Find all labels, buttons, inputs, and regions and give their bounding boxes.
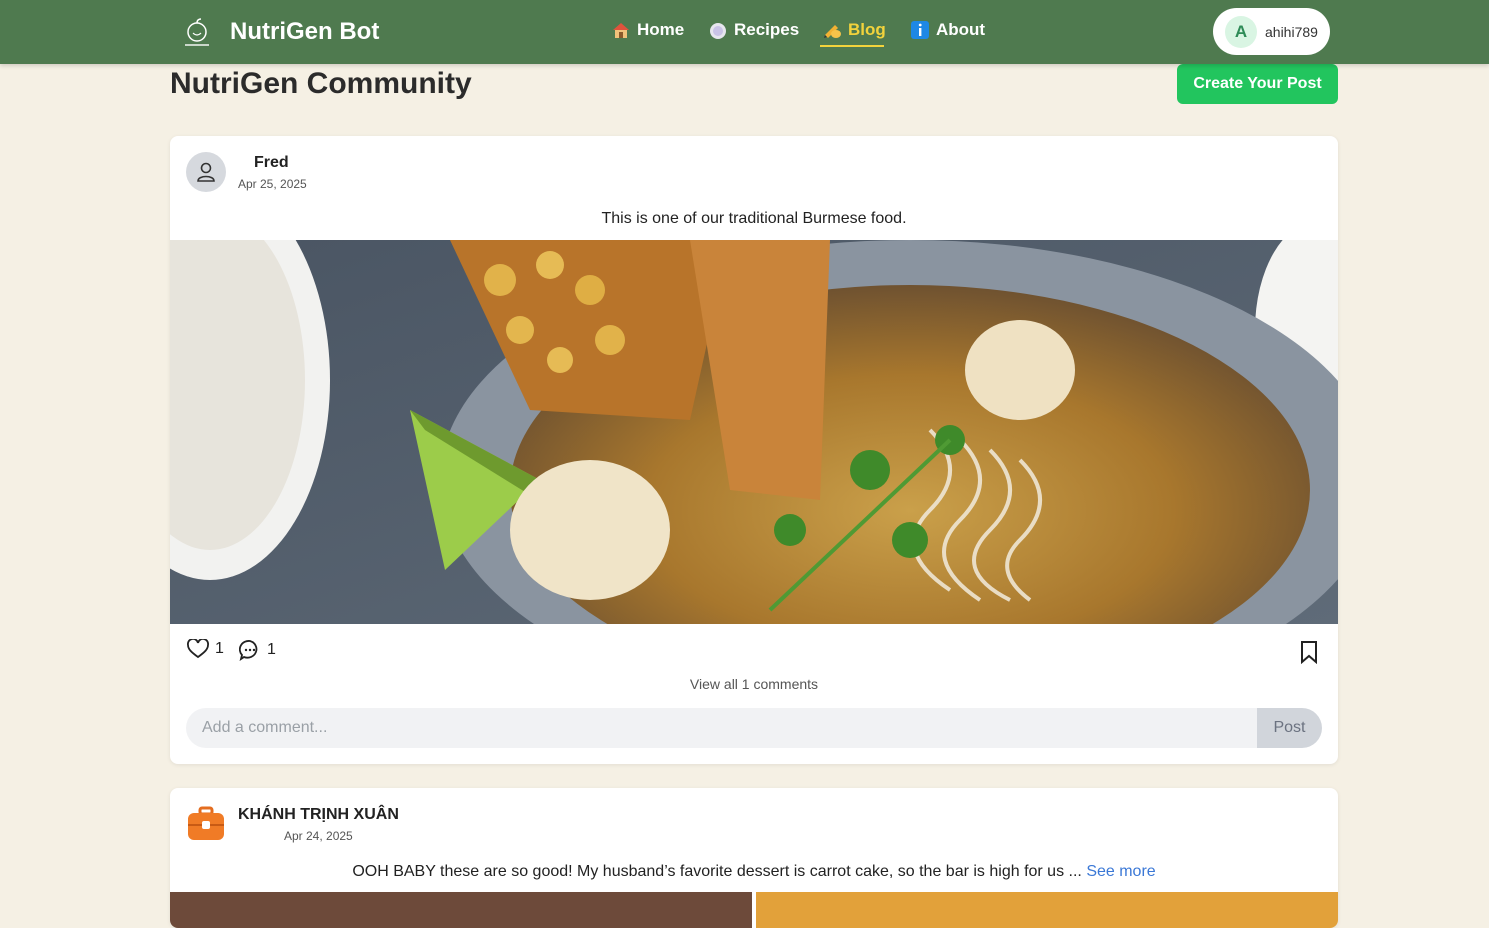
post-caption: This is one of our traditional Burmese f… [601,210,907,227]
top-navbar: NutriGen Bot Home Recipes Blog About A a… [0,0,1489,64]
plate-icon [710,23,726,39]
post-photo[interactable] [756,892,1338,928]
comment-bubble-icon [239,640,258,661]
comment-count: 1 [267,641,276,658]
brand-name[interactable]: NutriGen Bot [230,17,379,47]
nav-blog[interactable]: Blog [822,18,886,42]
post-photo[interactable] [170,892,752,928]
avatar[interactable] [186,152,226,192]
briefcase-icon[interactable] [186,804,226,844]
page-title: NutriGen Community [170,67,472,100]
user-avatar: A [1225,15,1257,48]
nav-about[interactable]: About [910,18,985,42]
nav-about-label: About [936,20,986,39]
comment-input[interactable] [186,708,1258,748]
username: ahihi789 [1265,23,1318,40]
nav-recipes[interactable]: Recipes [708,18,799,42]
nav-recipes-label: Recipes [734,20,800,39]
heart-icon [187,639,209,659]
post-card: KHÁNH TRỊNH XUÂN Apr 24, 2025 OOH BABY t… [170,788,1338,928]
post-card: Fred Apr 25, 2025 This is one of our tra… [170,136,1338,764]
writing-hand-icon [824,25,841,38]
nav-home[interactable]: Home [611,18,684,42]
post-caption-text: OOH BABY these are so good! My husband’s… [352,863,1082,880]
post-caption: OOH BABY these are so good! My husband’s… [170,863,1338,881]
see-more-link[interactable]: See more [1086,863,1155,880]
post-author[interactable]: KHÁNH TRỊNH XUÂN [238,806,399,824]
view-all-comments-link[interactable]: View all 1 comments [170,676,1338,692]
apple-logo-icon[interactable] [182,16,212,48]
bookmark-icon[interactable] [1298,640,1320,664]
nav-blog-label: Blog [848,20,886,39]
post-date: Apr 24, 2025 [284,829,353,843]
post-photo[interactable] [170,240,1338,624]
like-count: 1 [215,640,224,657]
active-tab-underline [820,45,884,47]
user-icon [197,162,215,182]
house-icon [613,23,629,38]
info-icon [911,21,929,39]
post-author[interactable]: Fred [254,154,289,172]
like-button[interactable]: 1 [187,639,224,659]
post-date: Apr 25, 2025 [238,177,307,191]
post-comment-button[interactable]: Post [1257,708,1322,748]
create-post-button[interactable]: Create Your Post [1177,64,1338,104]
nav-home-label: Home [637,20,685,39]
user-menu[interactable]: A ahihi789 [1213,8,1330,55]
comment-button[interactable]: 1 [239,639,276,661]
